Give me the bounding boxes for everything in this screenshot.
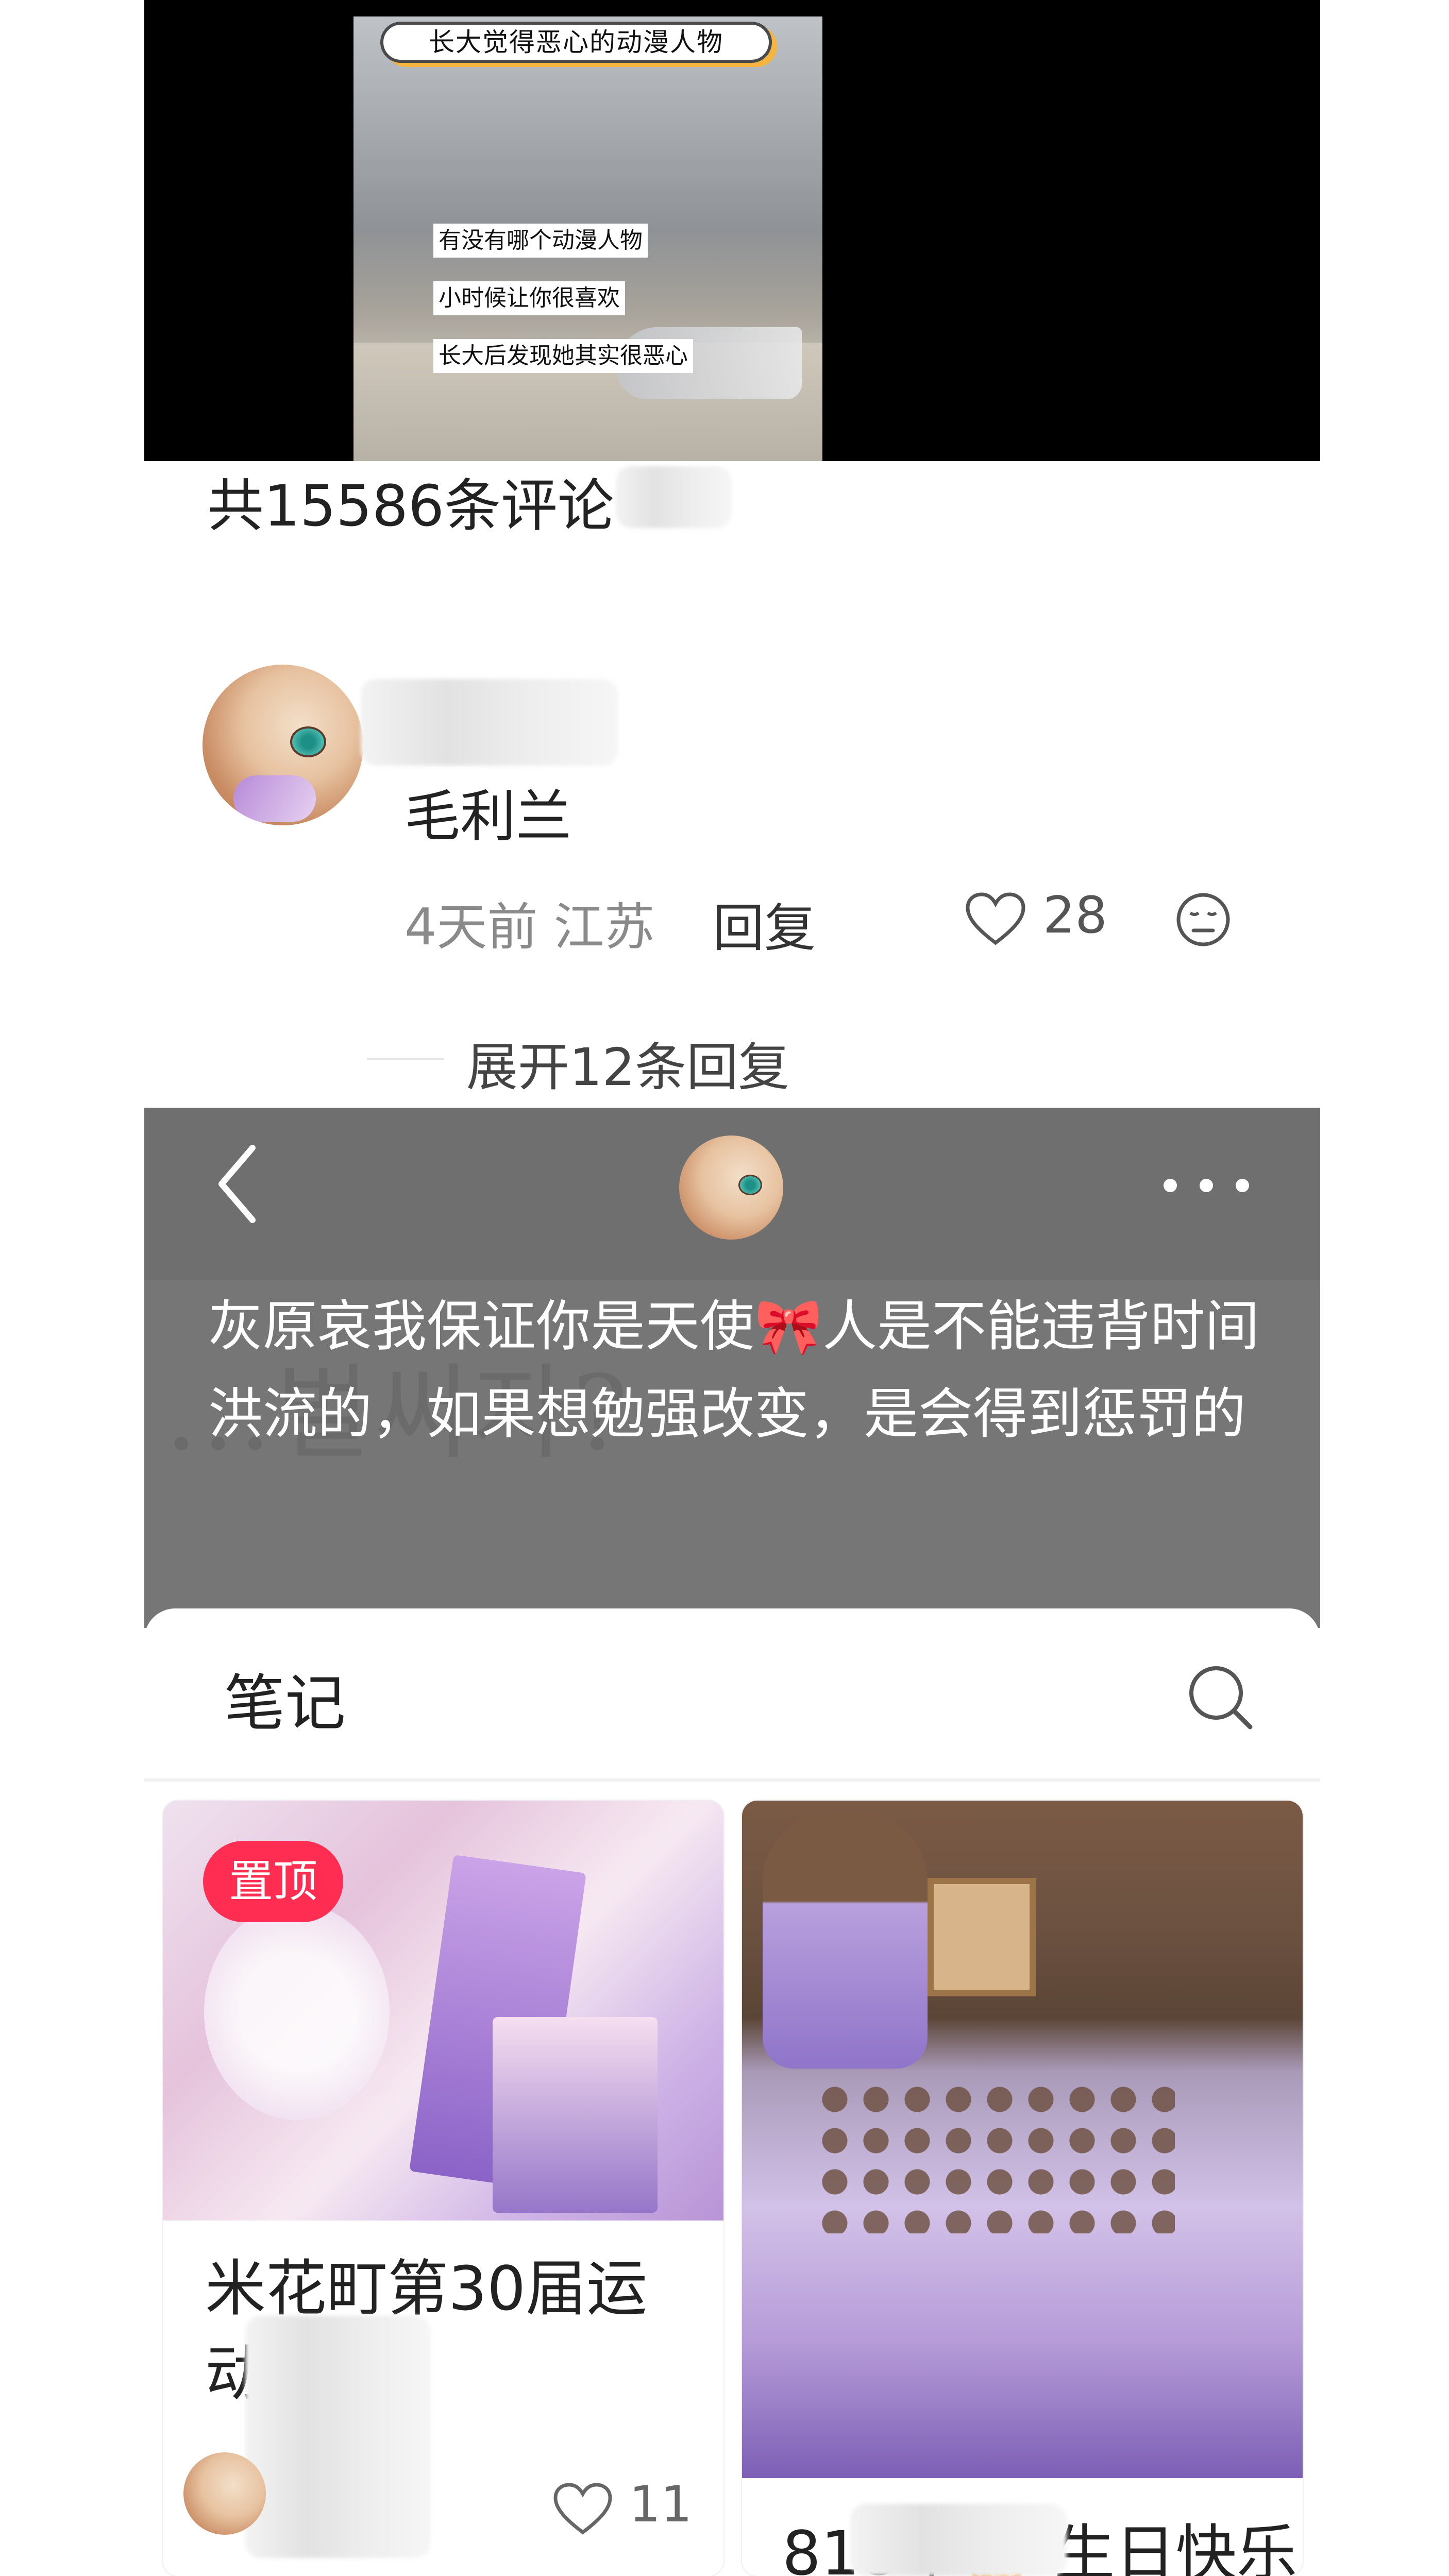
- author-avatar[interactable]: [679, 1136, 783, 1240]
- expand-divider: [367, 1058, 444, 1060]
- note-card-image[interactable]: [742, 1801, 1303, 2478]
- video-title-banner: 长大觉得恶心的动漫人物: [380, 22, 772, 63]
- avatar-eye: [290, 726, 326, 757]
- video-subtitle-2: 小时候让你很喜欢: [433, 281, 625, 315]
- video-subtitle-3: 长大后发现她其实很恶心: [433, 339, 693, 373]
- like-count: 28: [1043, 886, 1107, 945]
- blur-mask: [245, 2316, 431, 2558]
- reply-button[interactable]: 回复: [713, 886, 816, 961]
- video-frame[interactable]: 长大觉得恶心的动漫人物 有没有哪个动漫人物 小时候让你很喜欢 长大后发现她其实很…: [353, 16, 822, 461]
- username-blur: [361, 679, 618, 766]
- image-badges: [814, 2079, 1175, 2233]
- overlay-description: 灰原哀我保证你是天使🎀人是不能违背时间洪流的，如果想勉强改变，是会得到惩罚的: [208, 1295, 1259, 1446]
- blur-mask: [850, 2504, 1067, 2576]
- more-icon[interactable]: [1164, 1175, 1251, 1195]
- note-card-1[interactable]: 置顶 米花町第30届运动会 11: [163, 1801, 723, 2576]
- image-doll: [763, 1811, 928, 2069]
- note-author-avatar: [183, 2452, 266, 2535]
- search-icon[interactable]: [1185, 1662, 1254, 1731]
- heart-icon[interactable]: [965, 891, 1026, 948]
- blur-mask: [616, 466, 732, 528]
- image-fan: [204, 1904, 390, 2120]
- notes-title: 笔记: [224, 1668, 346, 1739]
- avatar-hand: [233, 775, 316, 822]
- note-like-count: 11: [629, 2476, 693, 2533]
- avatar-eye: [738, 1175, 762, 1195]
- video-subtitle-1: 有没有哪个动漫人物: [433, 224, 648, 258]
- comment-time-location: 4天前 江苏: [405, 898, 655, 957]
- pinned-badge: 置顶: [203, 1841, 343, 1922]
- comment-text: 毛利兰: [405, 785, 572, 849]
- heart-icon[interactable]: [552, 2482, 613, 2537]
- dislike-icon[interactable]: [1175, 891, 1232, 948]
- notes-divider: [144, 1778, 1320, 1782]
- image-frame: [928, 1878, 1036, 1996]
- comment-count: 共15586条评论: [207, 473, 614, 539]
- commenter-avatar[interactable]: [203, 665, 363, 825]
- back-icon[interactable]: [214, 1143, 260, 1225]
- note-card-2[interactable]: 818年🎂 生日快乐: [742, 1801, 1303, 2576]
- expand-replies-button[interactable]: 展开12条回复: [466, 1025, 789, 1100]
- image-box: [493, 2017, 658, 2213]
